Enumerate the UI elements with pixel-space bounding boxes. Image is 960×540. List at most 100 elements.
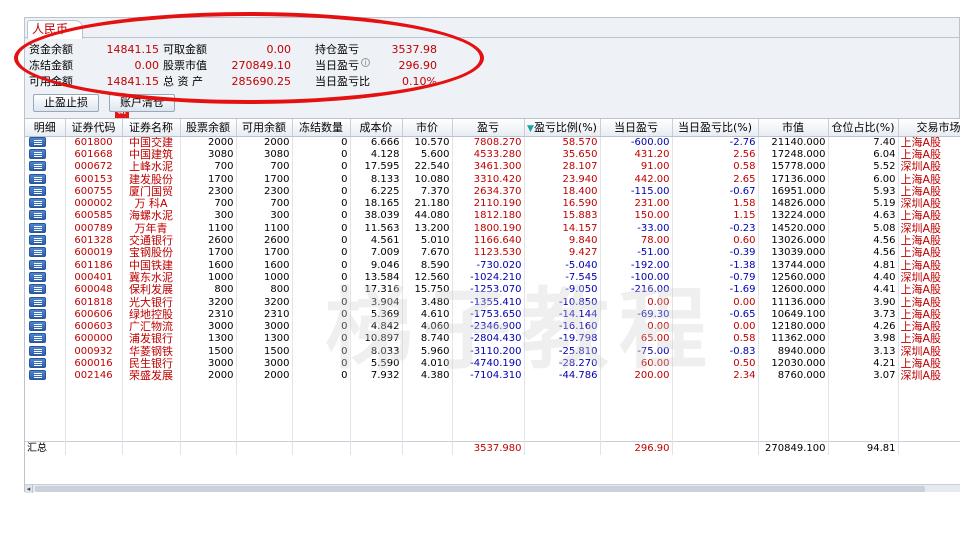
column-header[interactable]: 盈亏 (452, 119, 525, 137)
detail-cell[interactable] (25, 148, 66, 161)
column-header[interactable]: 当日盈亏 (600, 119, 673, 137)
table-cell: 18.165 (350, 197, 403, 210)
table-cell: 海螺水泥 (122, 209, 181, 223)
table-cell: 3080 (180, 148, 237, 161)
table-cell: 1.58 (672, 197, 759, 210)
table-row[interactable]: 601328 交通银行 2600 2600 0 4.561 5.010 1166.640 9.8… (25, 234, 960, 247)
detail-list-icon[interactable] (29, 235, 46, 246)
detail-cell[interactable] (25, 369, 66, 382)
detail-cell[interactable] (25, 308, 66, 321)
detail-cell[interactable] (25, 136, 66, 149)
table-cell: 4.81 (828, 258, 899, 272)
detail-cell[interactable] (25, 246, 66, 259)
detail-cell[interactable] (25, 295, 66, 309)
clear-account-button[interactable]: 账户清仓 (109, 94, 175, 112)
detail-list-icon[interactable] (29, 271, 46, 282)
detail-list-icon[interactable] (29, 148, 46, 159)
table-row[interactable]: 000401 冀东水泥 1000 1000 0 13.584 12.560 -1024.210… (25, 271, 960, 284)
column-header[interactable]: ▼盈亏比例(%) (524, 119, 601, 137)
table-row[interactable]: 600606 绿地控股 2310 2310 0 5.369 4.610 -1753.650 -1… (25, 308, 960, 321)
column-header[interactable]: 交易市场 (898, 119, 960, 137)
column-header[interactable]: 股票余额 (180, 119, 237, 137)
table-cell: 建发股份 (122, 172, 181, 186)
detail-list-icon[interactable] (29, 333, 46, 344)
detail-list-icon[interactable] (29, 136, 46, 147)
table-cell: 深圳A股 (898, 271, 960, 284)
detail-cell[interactable] (25, 332, 66, 346)
table-row[interactable]: 601800 中国交建 2000 2000 0 6.666 10.570 7808.270 58… (25, 136, 960, 149)
table-cell: 7.009 (350, 246, 403, 259)
column-header[interactable]: 冻结数量 (292, 119, 351, 137)
table-row[interactable]: 000932 华菱钢铁 1500 1500 0 8.033 5.960 -3110.200 -2… (25, 345, 960, 358)
table-row[interactable]: 000672 上峰水泥 700 700 0 17.595 22.540 3461.300 28.… (25, 160, 960, 173)
column-header[interactable]: 当日盈亏比(%) (672, 119, 759, 137)
table-row[interactable]: 601668 中国建筑 3080 3080 0 4.128 5.600 4533.280 35.… (25, 148, 960, 161)
detail-cell[interactable] (25, 234, 66, 247)
table-row[interactable]: 600048 保利发展 800 800 0 17.316 15.750 -1253.070 -9… (25, 283, 960, 296)
detail-cell[interactable] (25, 258, 66, 272)
table-row[interactable]: 600000 浦发银行 1300 1300 0 10.897 8.740 -2804.430-… (25, 332, 960, 346)
column-header[interactable]: 可用余额 (236, 119, 293, 137)
column-header[interactable]: 证券代码 (65, 119, 123, 137)
day-pnl-label: 当日盈亏 i (315, 58, 370, 73)
column-header[interactable]: 明细 (25, 119, 66, 137)
detail-list-icon[interactable] (29, 247, 46, 258)
detail-cell[interactable] (25, 283, 66, 296)
stop-profit-loss-button[interactable]: 止盈止损 (33, 94, 99, 112)
detail-cell[interactable] (25, 357, 66, 370)
table-cell: 17248.000 (758, 148, 829, 161)
detail-cell[interactable] (25, 345, 66, 358)
total-cell (524, 441, 601, 455)
detail-cell[interactable] (25, 185, 66, 198)
table-row[interactable]: 601818 光大银行 3200 3200 0 3.904 3.480 -1355.410 -1… (25, 295, 960, 309)
detail-list-icon[interactable] (29, 321, 46, 332)
detail-list-icon[interactable] (29, 308, 46, 319)
detail-list-icon[interactable] (29, 259, 46, 270)
horizontal-scrollbar[interactable]: ◂ (25, 484, 960, 493)
table-row[interactable]: 600603 广汇物流 3000 3000 0 4.842 4.060 -2346.900 -1… (25, 320, 960, 333)
column-header[interactable]: 市值 (758, 119, 829, 137)
detail-list-icon[interactable] (29, 284, 46, 295)
table-cell: -16.160 (524, 320, 601, 333)
table-row[interactable]: 600153 建发股份 1700 1700 0 8.133 10.080 3310.420 23… (25, 172, 960, 186)
detail-cell[interactable] (25, 160, 66, 173)
table-cell: 442.00 (600, 172, 673, 186)
detail-cell[interactable] (25, 271, 66, 284)
detail-list-icon[interactable] (29, 210, 46, 221)
table-cell: 上海A股 (898, 172, 960, 186)
detail-list-icon[interactable] (29, 161, 46, 172)
detail-cell[interactable] (25, 320, 66, 333)
table-row[interactable]: 600019 宝钢股份 1700 1700 0 7.009 7.670 1123.530 9.4… (25, 246, 960, 259)
table-row[interactable]: 600755 厦门国贸 2300 2300 0 6.225 7.370 2634.370 18.… (25, 185, 960, 198)
detail-list-icon[interactable] (29, 222, 46, 233)
column-header[interactable]: 市价 (402, 119, 453, 137)
table-row[interactable]: 002146 荣盛发展 2000 2000 0 7.932 4.380 -7104.310 -4… (25, 369, 960, 382)
column-header[interactable]: 证券名称 (122, 119, 181, 137)
table-row[interactable]: 600016 民生银行 3000 3000 0 5.590 4.010 -4740.190 -2… (25, 357, 960, 370)
detail-list-icon[interactable] (29, 296, 46, 307)
detail-cell[interactable] (25, 222, 66, 235)
table-row[interactable]: 600585 海螺水泥 300 300 0 38.039 44.080 1812.180 15.… (25, 209, 960, 223)
tab-rmb[interactable]: 人民币 (27, 20, 83, 39)
table-cell: 上海A股 (898, 148, 960, 161)
detail-list-icon[interactable] (29, 345, 46, 356)
table-cell: 华菱钢铁 (122, 345, 181, 358)
detail-cell[interactable] (25, 209, 66, 223)
table-cell: 600153 (65, 172, 123, 186)
column-header[interactable]: 仓位占比(%) (828, 119, 899, 137)
column-header[interactable]: 成本价 (350, 119, 403, 137)
detail-list-icon[interactable] (29, 357, 46, 368)
table-row[interactable]: 000002 万 科A 700 700 0 18.165 21.180 2110.190 16.… (25, 197, 960, 210)
detail-cell[interactable] (25, 172, 66, 186)
detail-list-icon[interactable] (29, 198, 46, 209)
table-cell: 上海A股 (898, 209, 960, 223)
detail-list-icon[interactable] (29, 185, 46, 196)
table-row[interactable]: 601186 中国铁建 1600 1600 0 9.046 8.590 -730.020 -5.… (25, 258, 960, 272)
table-cell: 12560.000 (758, 271, 829, 284)
detail-list-icon[interactable] (29, 370, 46, 381)
table-row[interactable]: 000789 万年青 1100 1100 0 11.563 13.200 1800.190 14… (25, 222, 960, 235)
detail-cell[interactable] (25, 197, 66, 210)
table-cell: 4.128 (350, 148, 403, 161)
table-cell: 上海A股 (898, 185, 960, 198)
detail-list-icon[interactable] (29, 173, 46, 184)
